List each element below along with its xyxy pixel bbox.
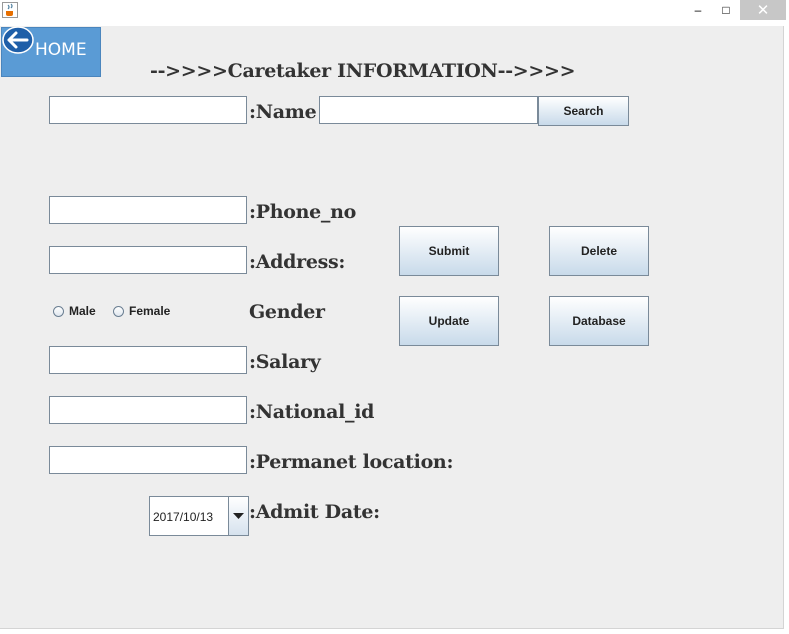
minimize-button[interactable]: – [684,0,712,20]
national-id-field[interactable] [49,396,247,424]
phone-label: :Phone_no [249,201,356,223]
radio-male[interactable]: Male [53,304,96,318]
update-button[interactable]: Update [399,296,499,346]
home-button[interactable]: HOME [1,26,101,77]
admit-date-label: :Admit Date: [249,501,380,523]
national-id-label: :National_id [249,401,375,423]
address-field[interactable] [49,246,247,274]
chevron-down-icon [233,513,244,519]
admit-date-value: 2017/10/13 [153,510,214,524]
maximize-button[interactable]: □ [712,0,740,20]
close-button[interactable]: ✕ [740,0,786,20]
close-icon: ✕ [756,2,770,19]
radio-female[interactable]: Female [113,304,170,318]
radio-female-circle[interactable] [113,305,124,317]
radio-male-circle[interactable] [53,305,64,317]
name-label: :Name [249,101,317,123]
home-label: HOME [35,40,87,60]
database-button[interactable]: Database [549,296,649,346]
name-field[interactable] [49,96,247,124]
delete-button[interactable]: Delete [549,226,649,276]
window-titlebar: – □ ✕ [0,0,789,22]
admit-date-picker[interactable]: 2017/10/13 [149,496,249,536]
phone-field[interactable] [49,196,247,224]
maximize-icon: □ [722,3,730,17]
page-title: -->>>>Caretaker INFORMATION-->>>> [150,60,576,82]
gender-label: Gender [249,301,325,323]
minimize-icon: – [694,3,702,17]
date-dropdown-button[interactable] [228,497,248,535]
permanent-location-label: :Permanet location: [249,451,454,473]
submit-button[interactable]: Submit [399,226,499,276]
radio-male-label: Male [69,304,96,318]
search-button[interactable]: Search [538,96,629,126]
search-input[interactable] [319,96,538,124]
address-label: :Address: [249,251,346,273]
java-cup-icon [2,2,18,18]
permanent-location-field[interactable] [49,446,247,474]
back-arrow-icon [2,26,34,54]
salary-field[interactable] [49,346,247,374]
salary-label: :Salary [249,351,321,373]
radio-female-label: Female [129,304,171,318]
